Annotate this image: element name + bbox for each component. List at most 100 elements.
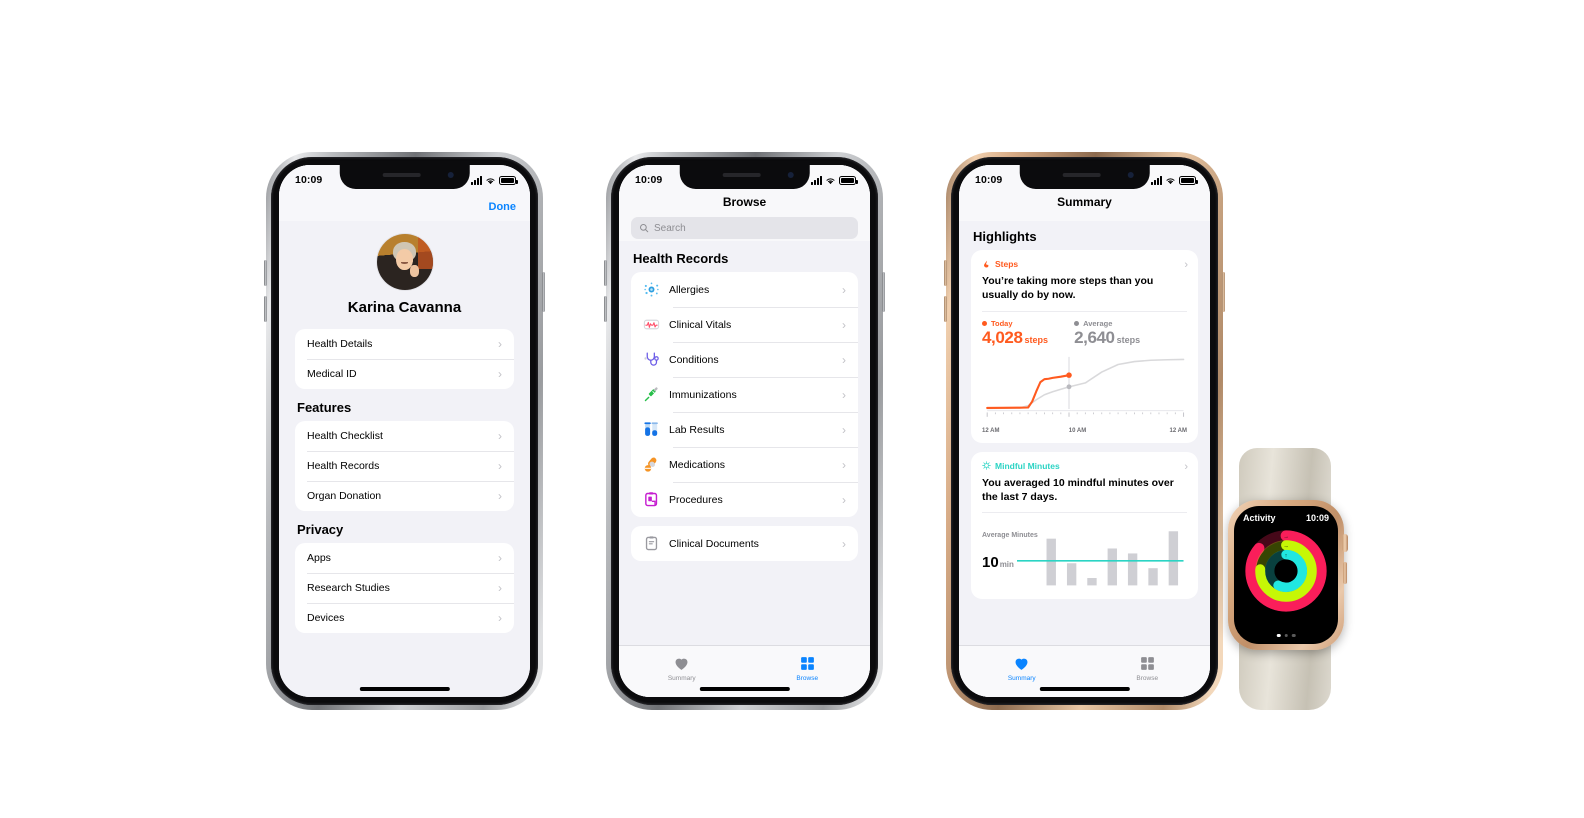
heart-icon [675,658,688,670]
volume-up-button[interactable] [944,260,947,286]
mindful-chart-wrap: Average Minutes 10 min [982,520,1187,590]
list-item-organ-donation[interactable]: Organ Donation › [295,481,514,511]
battery-icon [839,176,858,185]
chevron-right-icon: › [842,422,846,437]
watch-screen: Activity 10:09 → → ↑ [1234,506,1338,644]
allergies-icon [643,281,660,298]
watch-side-button[interactable] [1343,562,1347,584]
list-item-health-records[interactable]: Health Records › [295,451,514,481]
tab-label: Summary [1007,675,1036,682]
list-item-label: Research Studies [307,582,390,594]
lab-results-icon [643,421,660,438]
activity-rings-chart[interactable]: → → ↑ [1243,528,1329,614]
battery-icon [499,176,518,185]
mindful-average-value: 10 [982,554,999,572]
conditions-icon [643,351,660,368]
list-item-label: Conditions [669,353,719,366]
volume-down-button[interactable] [264,296,267,322]
phone2-screen: 10:09 Browse Search Health Records Aller… [619,165,870,697]
avatar[interactable] [376,234,433,290]
page-dot[interactable] [1276,633,1281,637]
list-item-procedures[interactable]: Procedures › [631,482,858,517]
axis-tick-right: 12 AM [1169,427,1187,434]
list-item-devices[interactable]: Devices › [295,603,514,633]
mindful-average-label: Average Minutes [982,532,1041,540]
list-item-lab-results[interactable]: Lab Results › [631,412,858,447]
page-dot[interactable] [1284,633,1288,637]
divider [982,310,1187,312]
list-item-label: Apps [307,552,331,564]
svg-text:→: → [1283,543,1289,549]
chevron-right-icon: › [498,611,502,625]
mindful-headline: You averaged 10 mindful minutes over the… [982,476,1174,503]
home-indicator[interactable] [699,687,790,691]
home-indicator[interactable] [1039,687,1130,691]
list-item-medical-id[interactable]: Medical ID › [295,359,514,389]
phone-device-summary: 10:09 Summary Highlights › Steps You’re … [944,152,1225,710]
flame-icon [984,260,989,267]
list-item-research-studies[interactable]: Research Studies › [295,573,514,603]
list-item-medications[interactable]: Medications › [631,447,858,482]
home-indicator[interactable] [359,687,450,691]
list-item-label: Health Details [307,338,373,350]
list-item-health-checklist[interactable]: Health Checklist › [295,421,514,451]
axis-tick-left: 12 AM [982,427,1000,434]
list-item-immunizations[interactable]: Immunizations › [631,377,858,412]
status-time: 10:09 [295,174,323,186]
earpiece-speaker-icon [1062,173,1101,177]
chevron-right-icon: › [842,317,846,332]
steps-average-stat: Average 2,640 steps [1074,319,1140,348]
chevron-right-icon: › [498,367,502,381]
profile-body: Karina Cavanna Health Details › Medical … [279,221,530,697]
section-title: Privacy [297,522,344,537]
section-privacy: Privacy Apps › Research Studies › Device… [295,522,514,633]
list-item-label: Devices [307,612,345,624]
grid-icon [1140,657,1154,670]
page-dot[interactable] [1291,633,1296,637]
list-item-clinical-documents[interactable]: Clinical Documents › [631,526,858,561]
volume-down-button[interactable] [944,296,947,322]
steps-kicker-label: Steps [995,259,1019,269]
page-title: Summary [1057,195,1112,209]
digital-crown[interactable] [1342,534,1348,552]
health-records-group: Allergies › Clinical Vitals › Conditions… [631,272,858,517]
tab-label: Summary [667,675,696,682]
section-features: Features Health Checklist › Health Recor… [295,400,514,511]
wifi-icon [486,178,495,185]
done-button[interactable]: Done [489,201,517,213]
immunizations-icon [643,386,660,403]
phone1-screen: 10:09 Done Karina Cavanna Health Details… [279,165,530,697]
mindful-minutes-card[interactable]: › Mindful Minutes You averaged 10 mindfu… [971,451,1198,600]
mindful-kicker-label: Mindful Minutes [995,460,1060,471]
volume-up-button[interactable] [604,260,607,286]
status-time: 10:09 [635,174,663,186]
axis-tick-mid: 10 AM [1068,427,1087,434]
chevron-right-icon: › [498,337,502,351]
steps-average-label-wrap: Average [1074,319,1140,328]
list-item-label: Medications [669,458,726,471]
chevron-right-icon: › [842,457,846,472]
search-input[interactable]: Search [631,217,858,239]
watch-header: Activity 10:09 [1234,506,1338,523]
list-item-health-details[interactable]: Health Details › [295,329,514,359]
list-item-apps[interactable]: Apps › [295,543,514,573]
volume-up-button[interactable] [264,260,267,286]
list-item-clinical-vitals[interactable]: Clinical Vitals › [631,307,858,342]
steps-highlight-card[interactable]: › Steps You’re taking more steps than yo… [971,250,1198,443]
chevron-right-icon: › [498,459,502,473]
list-item-conditions[interactable]: Conditions › [631,342,858,377]
list-item-label: Clinical Vitals [669,318,732,331]
list-item-label: Immunizations [669,388,737,401]
features-group: Health Checklist › Health Records › Orga… [295,421,514,511]
phone-device-profile: 10:09 Done Karina Cavanna Health Details… [264,152,545,710]
phone3-screen: 10:09 Summary Highlights › Steps You’re … [959,165,1210,697]
page-title: Karina Cavanna [347,299,462,316]
tab-label: Browse [1136,675,1159,682]
power-button[interactable] [1222,272,1225,312]
volume-down-button[interactable] [604,296,607,322]
list-item-allergies[interactable]: Allergies › [631,272,858,307]
section-title: Highlights [973,229,1037,244]
power-button[interactable] [542,272,545,312]
earpiece-speaker-icon [722,173,761,177]
power-button[interactable] [882,272,885,312]
